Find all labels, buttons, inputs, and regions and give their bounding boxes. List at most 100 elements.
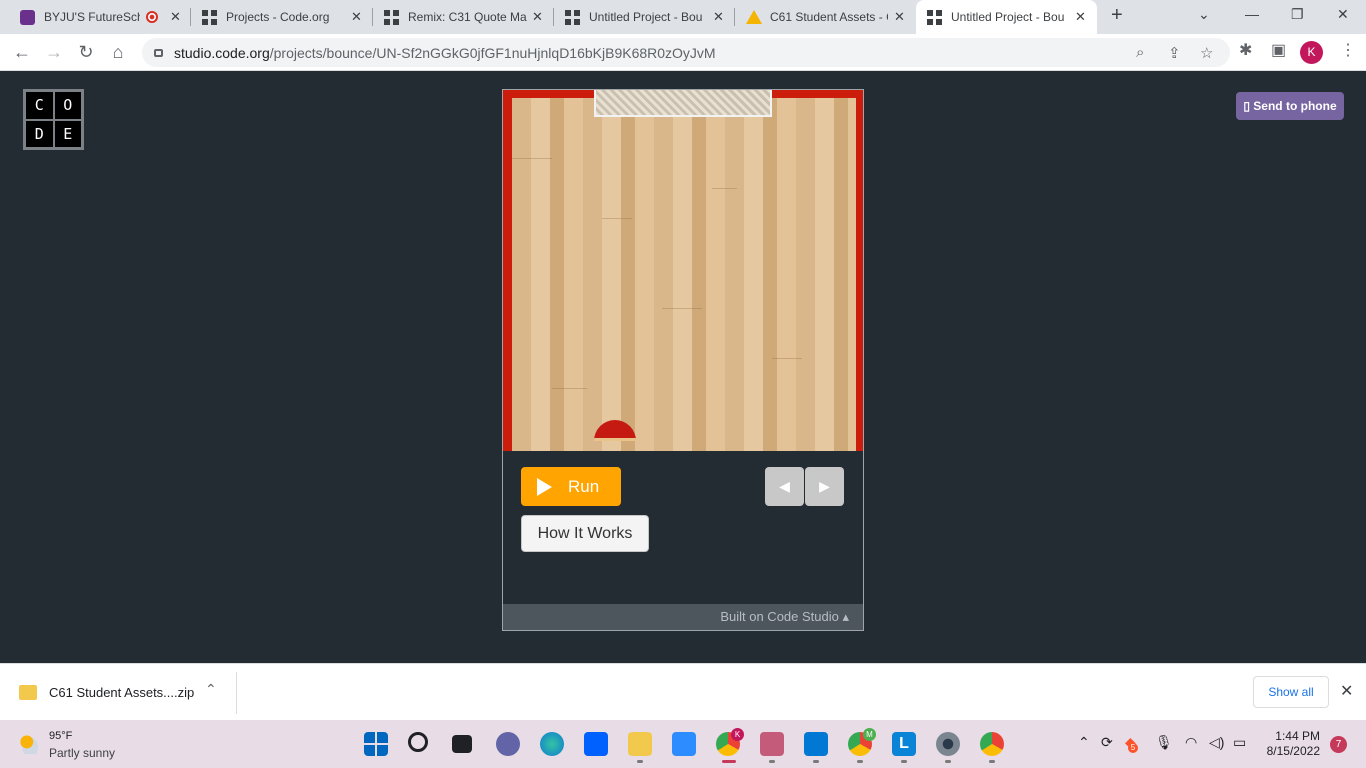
tab-remix[interactable]: Remix: C31 Quote Ma ✕ [373, 0, 554, 34]
tab-untitled-1[interactable]: Untitled Project - Bou ✕ [554, 0, 735, 34]
lock-icon [154, 49, 163, 57]
home-icon[interactable]: ⌂ [107, 41, 129, 63]
new-tab-button[interactable]: + [1111, 4, 1123, 27]
logo-letter: E [54, 120, 81, 147]
battery-icon[interactable]: ▭ [1233, 734, 1246, 751]
wood-floor [512, 98, 856, 451]
app-indicator [637, 760, 643, 763]
code-org-icon [202, 10, 217, 25]
tab-title: BYJU'S FutureScho [44, 10, 140, 24]
google-drive-icon [746, 10, 762, 24]
close-tab-icon[interactable]: ✕ [1075, 9, 1086, 25]
show-all-button[interactable]: Show all [1253, 676, 1329, 708]
back-icon[interactable]: ← [11, 41, 33, 63]
tab-byjus[interactable]: BYJU'S FutureScho ✕ [0, 0, 191, 34]
dropbox-icon[interactable] [584, 732, 608, 756]
sync-icon[interactable]: ⟳ [1101, 734, 1113, 751]
url-host: studio.code.org [174, 45, 270, 61]
speaker-icon[interactable]: ◁) [1209, 734, 1224, 751]
run-button[interactable]: Run [521, 467, 621, 506]
l-app-icon[interactable]: L [892, 732, 916, 756]
search-icon[interactable] [408, 732, 428, 752]
minimize-button[interactable]: — [1245, 6, 1259, 22]
restore-button[interactable]: ❐ [1291, 6, 1304, 23]
tab-projects[interactable]: Projects - Code.org ✕ [191, 0, 373, 34]
bookmark-star-icon[interactable]: ☆ [1200, 44, 1213, 62]
temperature: 95°F [49, 730, 73, 742]
zoom-app-icon[interactable] [672, 732, 696, 756]
left-arrow-button[interactable]: ◀ [765, 467, 804, 506]
goal-net [594, 90, 772, 117]
vscode-icon[interactable] [804, 732, 828, 756]
plank-seam [602, 218, 632, 219]
weather-icon[interactable] [18, 732, 40, 754]
task-view-icon[interactable] [452, 735, 472, 753]
address-bar[interactable]: studio.code.org/projects/bounce/UN-Sf2nG… [142, 38, 1230, 67]
code-org-logo[interactable]: C O D E [23, 89, 84, 150]
tab-title: Projects - Code.org [226, 10, 330, 24]
plank-seam [712, 188, 737, 189]
weather-condition: Partly sunny [49, 746, 116, 760]
tab-untitled-active[interactable]: Untitled Project - Bou ✕ [916, 0, 1097, 34]
page-content: C O D E ▯ Send to phone Run ◀ ▶ How It W… [0, 71, 1366, 663]
edge-icon[interactable] [540, 732, 564, 756]
share-icon[interactable]: ⇪ [1168, 44, 1181, 62]
zoom-icon[interactable]: ⌕ [1136, 44, 1144, 61]
chevron-up-tray-icon[interactable]: ⌃ [1078, 734, 1090, 751]
code-org-icon [565, 10, 580, 25]
system-clock[interactable]: 1:44 PM 8/15/2022 [1262, 729, 1320, 759]
tab-student-assets[interactable]: C61 Student Assets - G ✕ [735, 0, 916, 34]
teams-chat-icon[interactable] [496, 732, 520, 756]
screen-recorder-icon[interactable] [760, 732, 784, 756]
close-tab-icon[interactable]: ✕ [532, 9, 543, 25]
close-shelf-icon[interactable]: ✕ [1340, 681, 1353, 701]
game-canvas[interactable] [503, 90, 863, 451]
plank-seam [552, 388, 587, 389]
forward-icon[interactable]: → [43, 41, 65, 63]
code-org-icon [384, 10, 399, 25]
tab-search-icon[interactable]: ⌄ [1198, 6, 1210, 23]
download-filename[interactable]: C61 Student Assets....zip [49, 685, 194, 700]
wifi-icon[interactable]: ◠ [1185, 734, 1197, 751]
notification-badge[interactable]: 7 [1330, 736, 1347, 753]
profile-avatar[interactable]: K [1300, 41, 1323, 64]
close-tab-icon[interactable]: ✕ [351, 9, 362, 25]
close-tab-icon[interactable]: ✕ [894, 9, 905, 25]
send-to-phone-button[interactable]: ▯ Send to phone [1236, 92, 1344, 120]
how-it-works-button[interactable]: How It Works [521, 515, 649, 552]
app-indicator [769, 760, 775, 763]
close-tab-icon[interactable]: ✕ [713, 9, 724, 25]
shelf-divider [236, 672, 237, 714]
chrome-profile-badge: K [731, 728, 744, 741]
windows-start-icon[interactable] [364, 732, 388, 756]
clock-date: 8/15/2022 [1266, 744, 1320, 758]
right-arrow-button[interactable]: ▶ [805, 467, 844, 506]
close-tab-icon[interactable]: ✕ [170, 9, 181, 25]
app-indicator [813, 760, 819, 763]
chrome-profile-badge: M [863, 728, 876, 741]
microphone-icon[interactable]: 🎙 [1155, 734, 1173, 751]
close-window-button[interactable]: ✕ [1337, 6, 1349, 23]
run-label: Run [568, 476, 600, 496]
url-text: studio.code.org/projects/bounce/UN-Sf2nG… [174, 45, 716, 61]
built-on-code-studio-link[interactable]: Built on Code Studio ▴ [503, 604, 863, 630]
chevron-up-icon[interactable]: ⌃ [205, 681, 217, 698]
tab-title: C61 Student Assets - G [770, 10, 888, 24]
logo-letter: C [26, 92, 53, 119]
play-icon [537, 477, 552, 496]
tab-title: Untitled Project - Bou [951, 10, 1065, 24]
brave-badge: 5 [1128, 743, 1138, 753]
chrome-alt-icon[interactable] [980, 732, 1004, 756]
settings-gear-icon[interactable] [936, 732, 960, 756]
side-panel-icon[interactable]: ▣ [1271, 40, 1286, 60]
reload-icon[interactable]: ↻ [75, 41, 97, 63]
app-indicator [945, 760, 951, 763]
menu-icon[interactable]: ⋮ [1340, 40, 1356, 60]
extensions-icon[interactable]: ✱ [1239, 40, 1252, 60]
app-indicator [857, 760, 863, 763]
windows-taskbar: 95°F Partly sunny K M L ⌃ ⟳ ◆ 5 🎙 ◠ ◁) ▭… [0, 720, 1366, 768]
tab-strip: BYJU'S FutureScho ✕ Projects - Code.org … [0, 0, 1366, 34]
logo-letter: D [26, 120, 53, 147]
plank-seam [512, 158, 552, 159]
file-explorer-icon[interactable] [628, 732, 652, 756]
